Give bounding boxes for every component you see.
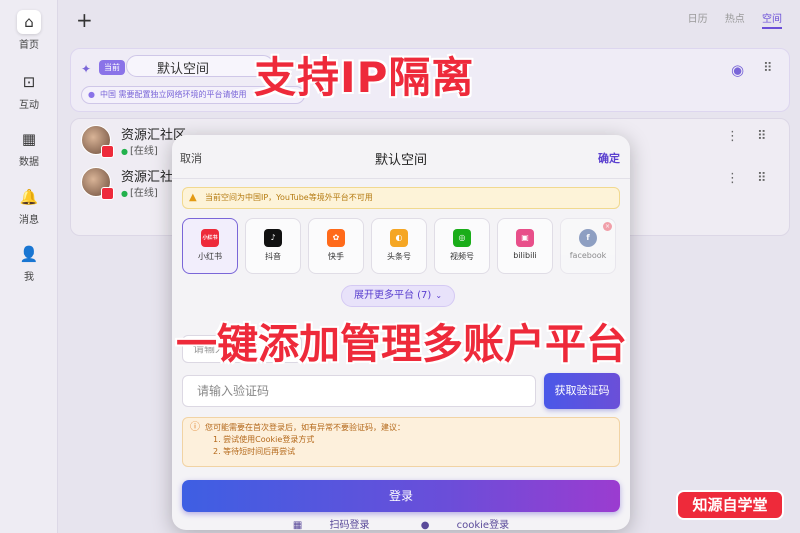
- nav-label: 消息: [19, 215, 39, 226]
- toutiao-icon: ◐: [390, 229, 408, 247]
- modal-title: 默认空间: [374, 153, 427, 168]
- get-code-button[interactable]: 获取验证码: [544, 373, 620, 409]
- qr-code-icon: ▦: [292, 520, 306, 530]
- account-status: [在线]: [121, 184, 158, 199]
- tab-calendar[interactable]: 日历: [688, 14, 708, 25]
- cookie-login-link[interactable]: ● cookie登录: [409, 520, 521, 530]
- modal-header: 取消 默认空间 确定: [172, 135, 630, 179]
- tab-space[interactable]: 空间: [762, 14, 782, 29]
- workspace-name: 默认空间: [157, 62, 210, 77]
- platform-badge-icon: [101, 187, 114, 200]
- bell-icon: 🔔: [19, 188, 39, 206]
- tips-item: 1. 尝试使用Cookie登录方式: [213, 435, 315, 444]
- home-icon: ⌂: [17, 10, 41, 34]
- platform-label: 快手: [328, 252, 344, 261]
- platform-label: 小红书: [198, 252, 222, 261]
- cookie-icon: ●: [420, 520, 433, 530]
- region-warning: ▲ 当前空间为中国IP，YouTube等境外平台不可用: [182, 187, 620, 209]
- platform-xiaohongshu[interactable]: 小红书 小红书: [182, 218, 238, 274]
- platform-label: 抖音: [265, 252, 281, 261]
- sparkle-icon: ✦: [81, 62, 92, 76]
- remove-icon[interactable]: ×: [603, 222, 612, 231]
- xiaohongshu-icon: 小红书: [201, 229, 219, 247]
- drag-handle-icon[interactable]: ⠿: [757, 171, 767, 186]
- current-badge: 当前: [99, 60, 125, 75]
- platform-douyin[interactable]: ♪ 抖音: [245, 218, 301, 274]
- kuaishou-icon: ✿: [327, 229, 345, 247]
- qr-login-link[interactable]: ▦ 扫码登录: [281, 520, 382, 530]
- platform-facebook[interactable]: × f facebook: [560, 218, 616, 274]
- eye-icon[interactable]: ◉: [731, 61, 744, 79]
- grid-icon: ▦: [21, 130, 37, 148]
- platform-kuaishou[interactable]: ✿ 快手: [308, 218, 364, 274]
- tab-hot[interactable]: 热点: [725, 14, 745, 25]
- account-status: [在线]: [121, 142, 158, 157]
- nav-item-interact[interactable]: ⊡ 互动: [0, 70, 58, 111]
- nav-label: 我: [24, 272, 34, 283]
- alt-login-options: ▦ 扫码登录 ● cookie登录: [172, 516, 630, 530]
- bilibili-icon: ▣: [516, 229, 534, 247]
- user-icon: 👤: [19, 245, 39, 263]
- confirm-button[interactable]: 确定: [598, 150, 620, 166]
- platform-list: 小红书 小红书 ♪ 抖音 ✿ 快手 ◐ 头条号 ◎ 视频号 ▣ bilibili…: [182, 218, 622, 274]
- facebook-icon: f: [579, 229, 597, 247]
- platform-label: 头条号: [387, 252, 411, 261]
- nav-label: 数据: [19, 157, 39, 168]
- warning-icon: ▲: [189, 192, 197, 203]
- nav-label: 互动: [19, 100, 39, 111]
- expand-platforms-button[interactable]: 展开更多平台 (7) ⌄: [341, 285, 455, 307]
- verification-code-input[interactable]: 请输入验证码: [182, 375, 536, 407]
- platform-label: bilibili: [513, 251, 537, 260]
- douyin-icon: ♪: [264, 229, 282, 247]
- info-icon: ⓘ: [190, 422, 200, 433]
- headline-ip-isolation: 支持IP隔离: [254, 53, 475, 102]
- nav-label: 首页: [19, 40, 39, 51]
- headline-multi-account: 一键添加管理多账户平台: [176, 320, 627, 368]
- expand-label: 展开更多平台 (7): [353, 290, 432, 301]
- add-button[interactable]: +: [76, 8, 93, 32]
- warning-text: 当前空间为中国IP，YouTube等境外平台不可用: [205, 193, 373, 202]
- platform-badge-icon: [101, 145, 114, 158]
- nav-item-messages[interactable]: 🔔 消息: [0, 185, 58, 226]
- platform-toutiao[interactable]: ◐ 头条号: [371, 218, 427, 274]
- nav-item-data[interactable]: ▦ 数据: [0, 127, 58, 168]
- nav-item-me[interactable]: 👤 我: [0, 242, 58, 283]
- more-icon[interactable]: ⋮: [726, 129, 739, 144]
- platform-bilibili[interactable]: ▣ bilibili: [497, 218, 553, 274]
- drag-handle-icon[interactable]: ⠿: [757, 129, 767, 144]
- login-button[interactable]: 登录: [182, 480, 620, 512]
- shipinhao-icon: ◎: [453, 229, 471, 247]
- login-tips: ⓘ 您可能需要在首次登录后，如有异常不要验证码，建议： 1. 尝试使用Cooki…: [182, 417, 620, 467]
- chevron-down-icon: ⌄: [435, 291, 443, 300]
- top-tabs: 日历 热点 空间: [674, 10, 782, 29]
- drag-handle-icon[interactable]: ⠿: [763, 61, 773, 76]
- tips-title: 您可能需要在首次登录后，如有异常不要验证码，建议：: [205, 423, 405, 432]
- brand-watermark: 知源自学堂: [676, 490, 784, 520]
- platform-shipinhao[interactable]: ◎ 视频号: [434, 218, 490, 274]
- platform-label: 视频号: [450, 252, 474, 261]
- nav-item-home[interactable]: ⌂ 首页: [0, 10, 58, 51]
- left-nav: ⌂ 首页 ⊡ 互动 ▦ 数据 🔔 消息 👤 我: [0, 0, 58, 533]
- interact-icon: ⊡: [22, 73, 36, 91]
- tips-item: 2. 等待短时间后再尝试: [213, 447, 296, 456]
- more-icon[interactable]: ⋮: [726, 171, 739, 186]
- platform-label: facebook: [569, 251, 607, 260]
